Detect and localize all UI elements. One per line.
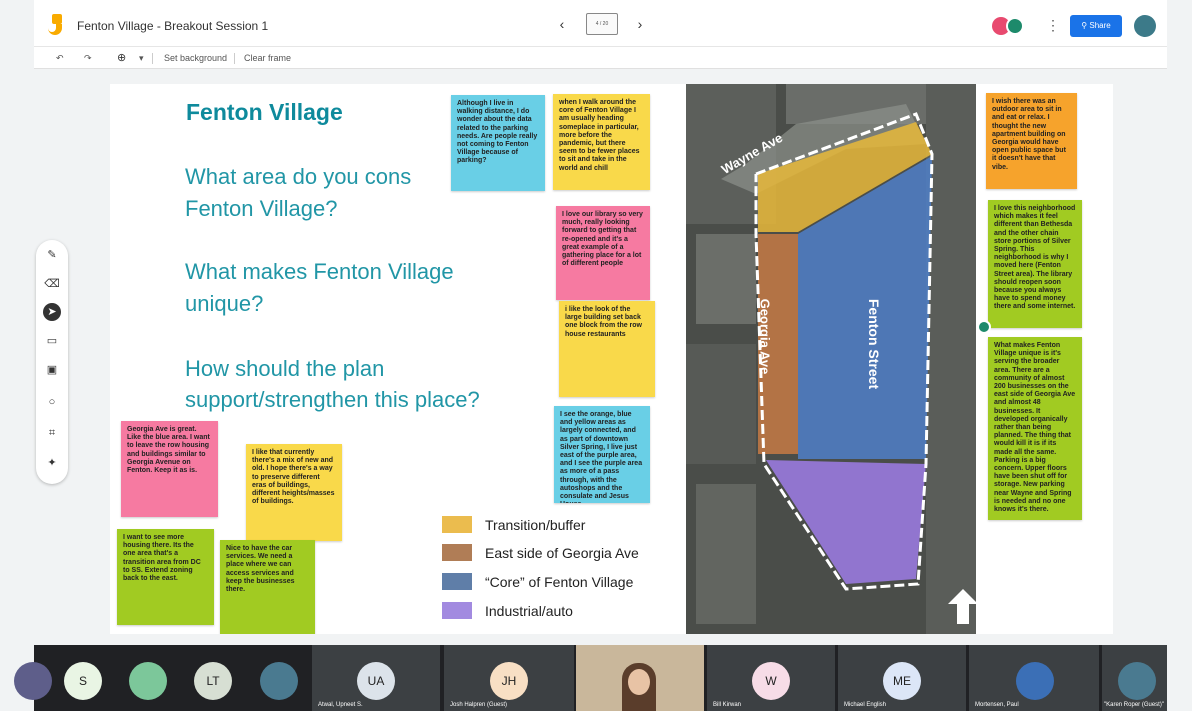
map-label-fenton-street: Fenton Street	[866, 298, 883, 390]
legend-swatch-transition	[442, 516, 472, 533]
laser-tool-icon[interactable]: ✦	[43, 454, 61, 472]
slide-title: Fenton Village	[186, 99, 343, 125]
set-background-button[interactable]: Set background	[164, 51, 227, 65]
prev-frame-button[interactable]: ‹	[554, 15, 570, 33]
document-title[interactable]: Fenton Village - Breakout Session 1	[77, 19, 268, 33]
sticky-note[interactable]: I wish there was an outdoor area to sit …	[986, 93, 1077, 189]
participant-tile[interactable]: UA Atwal, Upneet S.	[312, 645, 440, 711]
participant-avatar: ME	[883, 662, 921, 700]
image-tool-icon[interactable]: ▣	[43, 361, 61, 379]
legend-label-transition: Transition/buffer	[485, 517, 586, 533]
video-participants-strip: S LT UA Atwal, Upneet S. JH Josh Halpren…	[14, 645, 1167, 711]
viewer-avatar[interactable]	[1006, 17, 1024, 35]
sticky-note[interactable]: i like the look of the large building se…	[559, 301, 655, 397]
participant-name: "Karen Roper (Guest)"	[1104, 702, 1164, 708]
collaborator-cursor-icon	[977, 320, 991, 334]
participant-avatar: W	[752, 662, 790, 700]
participant-avatar-icon	[260, 662, 298, 700]
sticky-note[interactable]: I like that currently there's a mix of n…	[246, 444, 342, 541]
question-1-line-1: What area do you cons	[185, 164, 412, 189]
participant-tile[interactable]: JH Josh Halpren (Guest)	[444, 645, 574, 711]
participant-avatar: S	[64, 662, 102, 700]
legend-swatch-core	[442, 573, 472, 590]
sticky-note[interactable]: I see the orange, blue and yellow areas …	[554, 406, 650, 503]
participant-tile[interactable]: "Karen Roper (Guest)"	[1102, 645, 1167, 711]
shape-tool-icon[interactable]: ○	[43, 393, 61, 411]
participant-avatar	[14, 662, 52, 700]
participant-avatar-icon	[129, 662, 167, 700]
participant-avatar: LT	[194, 662, 232, 700]
sticky-note[interactable]: Although I live in walking distance, I d…	[451, 95, 545, 191]
more-options-icon[interactable]: ⋮	[1046, 17, 1060, 33]
pen-tool-icon[interactable]: ✎	[43, 246, 61, 264]
redo-icon[interactable]: ↷	[84, 51, 92, 65]
account-avatar[interactable]	[1134, 15, 1156, 37]
participant-photo	[1016, 662, 1054, 700]
question-1-line-2: Fenton Village?	[185, 196, 338, 221]
sticky-note[interactable]: What makes Fenton Village unique is it's…	[988, 337, 1082, 520]
zoom-dropdown-icon[interactable]: ▾	[139, 51, 144, 65]
edit-toolbar: ↶ ↷ ⊕ ▾ Set background Clear frame	[34, 47, 1167, 69]
participant-name: Michael English	[844, 702, 887, 708]
participant-tile[interactable]: ME Michael English	[838, 645, 966, 711]
share-button[interactable]: ⚲ Share	[1070, 15, 1122, 37]
whiteboard-canvas[interactable]: Fenton Village What area do you cons Fen…	[110, 84, 1113, 634]
clear-frame-button[interactable]: Clear frame	[244, 51, 291, 65]
sticky-note[interactable]: I want to see more housing there. Its th…	[117, 529, 214, 625]
zoom-icon[interactable]: ⊕	[117, 51, 126, 65]
next-frame-button[interactable]: ›	[632, 15, 648, 33]
question-2-line-1: What makes Fenton Village	[185, 259, 454, 284]
participant-name: Mortensen, Paul	[975, 702, 1019, 708]
legend-swatch-industrial	[442, 602, 472, 619]
participant-video-tile[interactable]	[576, 645, 704, 711]
participant-video-feed	[628, 669, 650, 695]
participant-name: Josh Halpren (Guest)	[450, 702, 508, 708]
sticky-note[interactable]: Georgia Ave is great. Like the blue area…	[121, 421, 218, 517]
sticky-note[interactable]: I love our library so very much, really …	[556, 206, 650, 300]
jamboard-logo-icon[interactable]	[48, 14, 62, 36]
question-3-line-2: support/strengthen this place?	[185, 387, 480, 412]
aerial-map[interactable]: Wayne Ave Georgia Ave Fenton Street	[686, 84, 976, 634]
legend-label-east-georgia: East side of Georgia Ave	[485, 545, 639, 561]
sticky-note[interactable]: Nice to have the car services. We need a…	[220, 540, 315, 634]
eraser-tool-icon[interactable]: ⌫	[43, 275, 61, 293]
participant-avatar: JH	[490, 662, 528, 700]
participant-tile[interactable]: S LT	[58, 645, 306, 711]
share-label: Share	[1089, 21, 1111, 30]
question-3-line-1: How should the plan	[185, 356, 385, 381]
participant-tile[interactable]	[14, 645, 58, 711]
participant-avatar-icon	[1118, 662, 1156, 700]
legend-swatch-east-georgia	[442, 544, 472, 561]
participant-name: Bill Kirwan	[713, 702, 742, 708]
select-tool-icon[interactable]: ➤	[43, 303, 61, 321]
map-label-georgia-ave: Georgia Ave	[757, 298, 773, 375]
drawing-tools-panel: ✎ ⌫ ➤ ▭ ▣ ○ ⌗ ✦	[36, 240, 68, 484]
legend-label-industrial: Industrial/auto	[485, 603, 573, 619]
participant-name: Atwal, Upneet S.	[318, 702, 363, 708]
sticky-note-tool-icon[interactable]: ▭	[43, 332, 61, 350]
top-bar: Fenton Village - Breakout Session 1 ‹ 4 …	[34, 0, 1167, 47]
participant-tile[interactable]: W Bill Kirwan	[707, 645, 835, 711]
frame-bar-button[interactable]: 4 / 20	[586, 13, 618, 35]
sticky-note[interactable]: when I walk around the core of Fenton Vi…	[553, 94, 650, 190]
participant-tile[interactable]: Mortensen, Paul	[969, 645, 1099, 711]
toolbar-divider	[234, 53, 235, 64]
toolbar-divider	[152, 53, 153, 64]
question-2-line-2: unique?	[185, 291, 264, 316]
undo-icon[interactable]: ↶	[56, 51, 64, 65]
participant-avatar: UA	[357, 662, 395, 700]
sticky-note[interactable]: I love this neighborhood which makes it …	[988, 200, 1082, 328]
legend-label-core: “Core” of Fenton Village	[485, 574, 634, 590]
text-box-tool-icon[interactable]: ⌗	[43, 424, 61, 442]
